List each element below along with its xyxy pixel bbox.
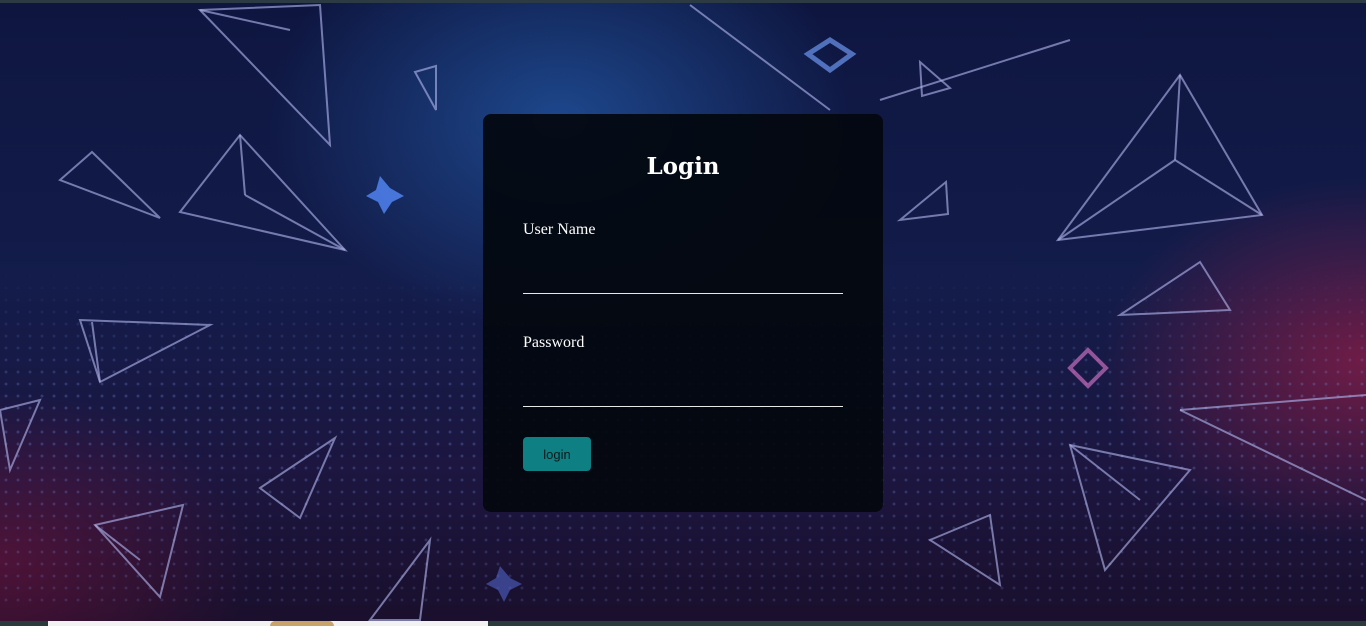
username-input[interactable] bbox=[523, 264, 843, 294]
triangle-outline-icon bbox=[93, 503, 185, 600]
bottom-strip-light-area bbox=[48, 621, 488, 626]
password-label: Password bbox=[523, 334, 585, 351]
username-label: User Name bbox=[523, 221, 596, 238]
triangle-outline-icon bbox=[927, 513, 1002, 588]
triangle-outline-icon bbox=[1068, 443, 1192, 573]
bottom-strip-image-fragment bbox=[270, 621, 334, 626]
password-input[interactable] bbox=[523, 377, 843, 407]
triangle-outline-icon bbox=[1116, 260, 1232, 317]
diamond-outline-icon bbox=[803, 37, 857, 74]
login-button[interactable]: login bbox=[523, 437, 591, 471]
triangle-outline-icon bbox=[413, 64, 437, 111]
bottom-image-strip bbox=[0, 621, 1366, 626]
triangle-outline-icon bbox=[258, 435, 338, 520]
login-card: Login User Name Password login bbox=[483, 114, 883, 512]
triangle-outline-icon bbox=[368, 536, 432, 621]
cross-star-icon bbox=[366, 176, 404, 214]
diamond-outline-icon bbox=[1067, 347, 1109, 389]
triangle-outline-icon bbox=[0, 398, 42, 474]
triangle-outline-icon bbox=[896, 179, 950, 222]
triangle-outline-icon bbox=[1055, 73, 1264, 242]
triangle-outline-icon bbox=[197, 3, 332, 148]
triangle-outline-icon bbox=[58, 150, 161, 219]
cross-star-icon bbox=[486, 566, 522, 602]
triangle-outline-icon bbox=[178, 133, 348, 252]
login-title: Login bbox=[646, 153, 720, 180]
